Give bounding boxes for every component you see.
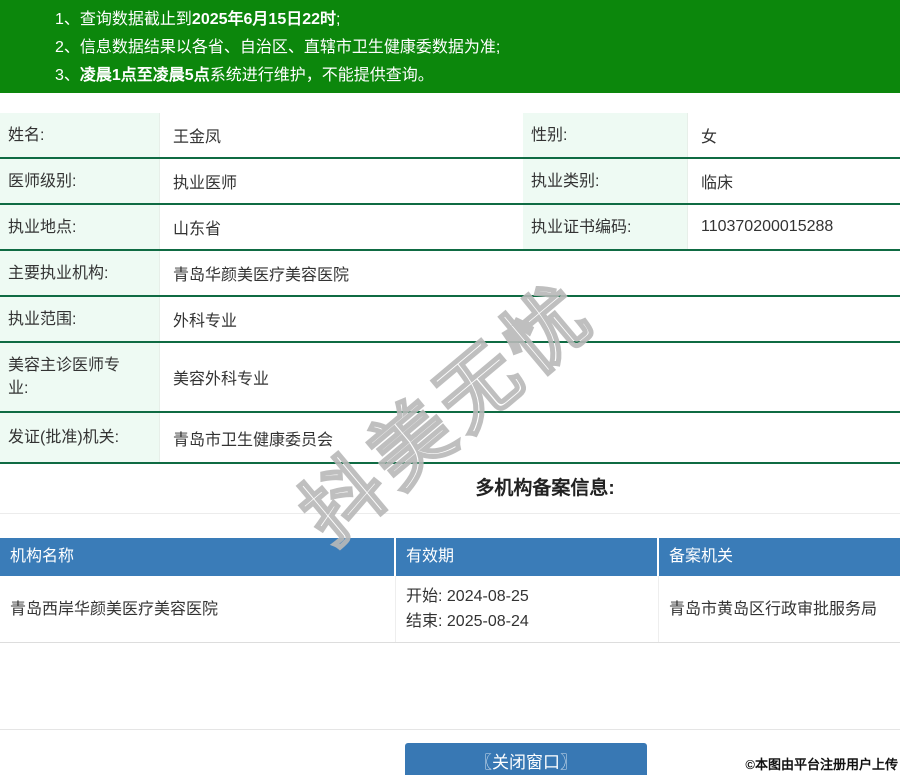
filing-authority-cell: 青岛市黄岛区行政审批服务局 <box>669 600 878 618</box>
issuing-authority-value: 青岛市卫生健康委员会 <box>173 431 334 449</box>
notice-text: 查询数据截止到 <box>79 11 192 28</box>
cosmetic-specialty-value: 美容外科专业 <box>173 371 270 388</box>
copyright-text: ©本图由平台注册用户上传 <box>745 757 898 772</box>
validity-end-label: 结束: <box>406 613 443 630</box>
notice-text: 系统进行维护，不能提供查询。 <box>209 67 434 84</box>
validity-column-header: 有效期 <box>396 538 659 576</box>
notice-banner: 1、查询数据截止到2025年6月15日22时; 2、信息数据结果以各省、自治区、… <box>0 0 900 93</box>
notice-line-1: 1、查询数据截止到2025年6月15日22时; <box>55 6 890 34</box>
practitioner-query-result-page: 1、查询数据截止到2025年6月15日22时; 2、信息数据结果以各省、自治区、… <box>0 0 900 775</box>
notice-text-bold: 凌晨1点至凌晨5点 <box>79 67 210 84</box>
table-row: 发证(批准)机关: 青岛市卫生健康委员会 <box>0 413 900 464</box>
practice-scope-label: 执业范围: <box>0 297 160 341</box>
section-divider <box>0 513 900 514</box>
issuing-authority-label: 发证(批准)机关: <box>0 413 160 462</box>
notice-text: 信息数据结果以各省、自治区、直辖市卫生健康委数据为准; <box>79 39 501 56</box>
footer-divider <box>0 729 900 730</box>
notice-number: 3、 <box>55 67 80 84</box>
notice-number: 1、 <box>55 11 80 28</box>
practice-category-value: 临床 <box>701 175 734 192</box>
practice-place-value: 山东省 <box>173 221 222 238</box>
validity-start-date: 2024-08-25 <box>446 588 529 605</box>
gender-value: 女 <box>701 129 718 146</box>
notice-line-3: 3、凌晨1点至凌晨5点系统进行维护，不能提供查询。 <box>55 62 890 90</box>
notice-text: ; <box>336 11 341 28</box>
multi-org-table-header: 机构名称 有效期 备案机关 <box>0 538 900 576</box>
filing-authority-column-header: 备案机关 <box>669 548 734 565</box>
validity-end-date: 2025-08-24 <box>446 613 529 630</box>
validity-cell: 开始: 2024-08-25 结束: 2025-08-24 <box>396 576 659 642</box>
name-value: 王金凤 <box>173 129 222 146</box>
validity-start: 开始: 2024-08-25 <box>406 584 648 609</box>
practice-category-label: 执业类别: <box>523 159 688 203</box>
table-row: 美容主诊医师专业: 美容外科专业 <box>0 343 900 413</box>
org-name-column-header: 机构名称 <box>0 538 396 576</box>
table-row: 执业地点: 山东省 执业证书编码: 110370200015288 <box>0 205 900 251</box>
notice-text-bold: 2025年6月15日22时 <box>191 11 337 28</box>
notice-line-2: 2、信息数据结果以各省、自治区、直辖市卫生健康委数据为准; <box>55 34 890 62</box>
validity-start-label: 开始: <box>406 588 443 605</box>
close-window-button[interactable]: 〖关闭窗口〗 <box>405 743 647 775</box>
doctor-level-value: 执业医师 <box>173 175 238 192</box>
validity-end: 结束: 2025-08-24 <box>406 609 648 634</box>
certificate-number-label: 执业证书编码: <box>523 205 688 249</box>
doctor-info-table: 姓名: 王金凤 性别: 女 医师级别: 执业医师 执业类别: 临床 执业地点: … <box>0 113 900 464</box>
table-row: 医师级别: 执业医师 执业类别: 临床 <box>0 159 900 205</box>
multi-org-section-title: 多机构备案信息: <box>475 478 615 499</box>
name-label: 姓名: <box>0 113 160 157</box>
org-name-cell: 青岛西岸华颜美医疗美容医院 <box>0 576 396 642</box>
table-row: 姓名: 王金凤 性别: 女 <box>0 113 900 159</box>
doctor-level-label: 医师级别: <box>0 159 160 203</box>
gender-label: 性别: <box>523 113 688 157</box>
practice-scope-value: 外科专业 <box>173 313 238 330</box>
table-row: 青岛西岸华颜美医疗美容医院 开始: 2024-08-25 结束: 2025-08… <box>0 576 900 643</box>
certificate-number-value: 110370200015288 <box>701 218 834 235</box>
notice-number: 2、 <box>55 39 80 56</box>
multi-org-table: 机构名称 有效期 备案机关 青岛西岸华颜美医疗美容医院 开始: 2024-08-… <box>0 538 900 643</box>
main-org-label: 主要执业机构: <box>0 251 160 295</box>
table-row: 执业范围: 外科专业 <box>0 297 900 343</box>
table-row: 主要执业机构: 青岛华颜美医疗美容医院 <box>0 251 900 297</box>
main-org-value: 青岛华颜美医疗美容医院 <box>173 267 350 284</box>
cosmetic-specialty-label: 美容主诊医师专业: <box>0 343 160 411</box>
practice-place-label: 执业地点: <box>0 205 160 249</box>
